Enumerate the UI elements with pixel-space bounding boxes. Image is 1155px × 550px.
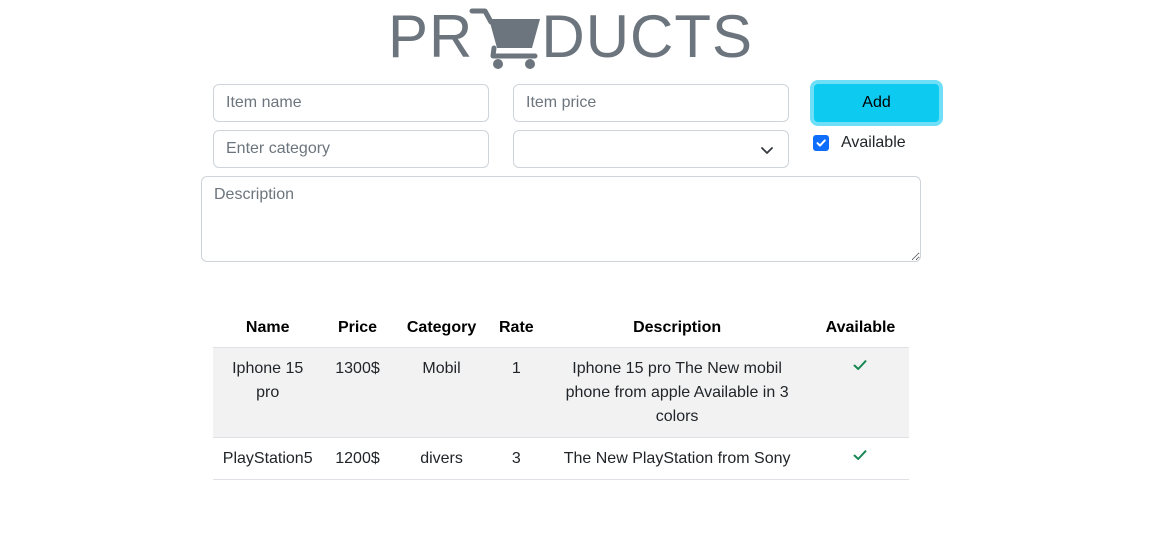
cell-description: Iphone 15 pro The New mobil phone from a… (542, 347, 812, 438)
category-input[interactable] (213, 130, 489, 168)
available-label: Available (841, 134, 906, 151)
cell-available (811, 437, 909, 480)
available-check-icon (853, 360, 867, 370)
available-checkbox-group[interactable]: Available (813, 134, 906, 152)
available-check-icon (853, 450, 867, 460)
cell-category: Mobil (392, 347, 491, 438)
item-name-input[interactable] (213, 84, 489, 122)
title-left: PR (388, 3, 474, 70)
cell-name: Iphone 15 pro (213, 347, 323, 438)
cell-rate: 3 (490, 437, 543, 480)
table-row: PlayStation5 1200$ divers 3 The New Play… (213, 437, 909, 480)
cell-price: 1200$ (322, 437, 393, 480)
table-header-row: Name Price Category Rate Description Ava… (213, 309, 909, 348)
cell-available (811, 347, 909, 438)
products-table: Name Price Category Rate Description Ava… (213, 309, 909, 480)
chevron-down-icon (761, 147, 773, 154)
header-category: Category (392, 309, 491, 348)
header-price: Price (322, 309, 393, 348)
shopping-cart-icon (469, 8, 541, 69)
header-description: Description (542, 309, 812, 348)
header-rate: Rate (490, 309, 543, 348)
checkmark-icon (816, 139, 826, 147)
description-textarea[interactable] (201, 176, 921, 262)
add-button[interactable]: Add (810, 80, 943, 126)
header-available: Available (811, 309, 909, 348)
item-price-input[interactable] (513, 84, 789, 122)
title-right: DUCTS (541, 3, 754, 70)
cell-name: PlayStation5 (213, 437, 323, 480)
page-title: PR DUCTS (388, 4, 753, 70)
header-name: Name (213, 309, 323, 348)
cell-rate: 1 (490, 347, 543, 438)
add-button-label: Add (862, 94, 891, 111)
cell-price: 1300$ (322, 347, 393, 438)
rate-select[interactable] (513, 130, 789, 168)
cell-description: The New PlayStation from Sony (542, 437, 812, 480)
available-checkbox[interactable] (813, 135, 829, 151)
cell-category: divers (392, 437, 491, 480)
table-row: Iphone 15 pro 1300$ Mobil 1 Iphone 15 pr… (213, 347, 909, 438)
